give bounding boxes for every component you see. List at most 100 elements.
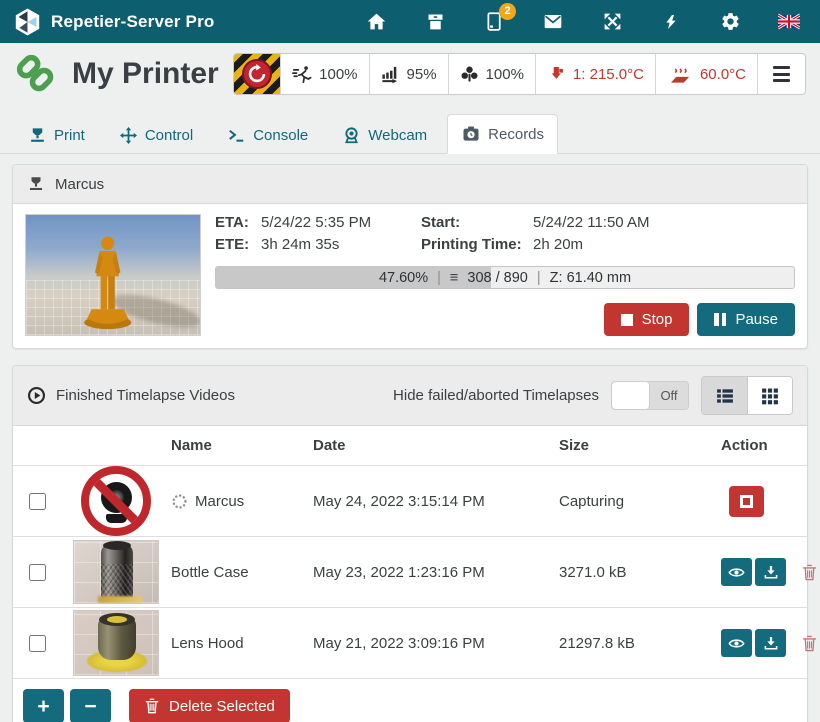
- table-row: Bottle Case May 23, 2022 1:23:16 PM 3271…: [13, 536, 807, 607]
- view-mode-group: [701, 376, 793, 415]
- video-name: Marcus: [195, 493, 244, 510]
- video-size: Capturing: [559, 493, 711, 510]
- download-icon: [763, 635, 779, 651]
- ete-label: ETE:: [215, 236, 261, 253]
- hazard-stripes: [234, 53, 280, 95]
- brand[interactable]: Repetier-Server Pro: [14, 7, 214, 37]
- hide-failed-toggle[interactable]: Off: [611, 381, 689, 410]
- row-checkbox[interactable]: [29, 493, 46, 510]
- flow-value: 95%: [407, 66, 437, 83]
- video-date: May 21, 2022 3:09:16 PM: [313, 635, 559, 652]
- layers-icon: ≡: [450, 270, 458, 286]
- download-video-button[interactable]: [755, 558, 786, 586]
- printer-name: My Printer: [72, 57, 219, 91]
- pause-icon: [714, 313, 726, 326]
- fan-value: 100%: [486, 66, 524, 83]
- select-all-button[interactable]: +: [23, 689, 64, 722]
- pause-button[interactable]: Pause: [697, 303, 795, 336]
- fan-icon: [460, 65, 479, 84]
- video-date: May 23, 2022 1:23:16 PM: [313, 564, 559, 581]
- row-checkbox[interactable]: [29, 564, 46, 581]
- timelapse-header: Finished Timelapse Videos Hide failed/ab…: [13, 366, 807, 426]
- col-size: Size: [559, 437, 711, 454]
- view-video-button[interactable]: [721, 558, 752, 586]
- emergency-stop-button[interactable]: [234, 54, 280, 94]
- table-header: Name Date Size Action: [13, 426, 807, 465]
- job-stats: ETA: 5/24/22 5:35 PM Start: 5/24/22 11:5…: [215, 214, 795, 253]
- stop-button[interactable]: Stop: [604, 303, 690, 336]
- video-name: Lens Hood: [171, 635, 313, 652]
- print-progress-bar: 47.60% | ≡ 308 / 890 | Z: 61.40 mm: [215, 266, 795, 289]
- tab-webcam[interactable]: Webcam: [328, 116, 441, 154]
- table-row: Marcus May 24, 2022 3:15:14 PM Capturing: [13, 465, 807, 536]
- repetier-logo-icon: [14, 7, 41, 37]
- messages-badge: 2: [499, 3, 516, 20]
- nozzle-icon: [27, 175, 45, 193]
- stop-icon: [740, 495, 753, 508]
- grid-view-button[interactable]: [747, 377, 792, 414]
- timelapse-footer: + − Delete Selected: [13, 678, 807, 722]
- no-webcam-icon: [81, 466, 151, 536]
- fan-status[interactable]: 100%: [448, 54, 535, 94]
- trash-icon: [801, 634, 818, 653]
- tab-records[interactable]: Records: [447, 114, 558, 154]
- printing-time-value: 2h 20m: [533, 236, 795, 253]
- speed-status[interactable]: 100%: [280, 54, 368, 94]
- deselect-all-button[interactable]: −: [70, 689, 111, 722]
- download-icon: [763, 564, 779, 580]
- flow-icon: [381, 64, 400, 84]
- printer-box-icon[interactable]: [424, 11, 446, 33]
- start-value: 5/24/22 11:50 AM: [533, 214, 795, 231]
- tab-console[interactable]: Console: [213, 116, 322, 154]
- trash-icon: [801, 563, 818, 582]
- printer-menu-button[interactable]: [757, 54, 805, 94]
- spinner-icon: [171, 493, 188, 510]
- extruder-icon: [547, 65, 566, 84]
- extruder-temp-status[interactable]: 1: 215.0°C: [535, 54, 655, 94]
- col-action: Action: [711, 437, 807, 454]
- tab-control[interactable]: Control: [105, 116, 207, 154]
- speed-value: 100%: [319, 66, 357, 83]
- home-icon[interactable]: [365, 11, 387, 33]
- trash-icon: [144, 697, 160, 715]
- delete-selected-button[interactable]: Delete Selected: [129, 689, 290, 722]
- tab-print[interactable]: Print: [14, 116, 99, 154]
- devices-icon[interactable]: 2: [483, 11, 505, 33]
- play-circle-icon: [27, 386, 46, 405]
- job-panel-header: Marcus: [13, 165, 807, 204]
- top-navbar: Repetier-Server Pro 2: [0, 0, 820, 43]
- progress-z: Z: 61.40 mm: [550, 270, 631, 286]
- delete-video-button[interactable]: [801, 563, 818, 582]
- video-size: 3271.0 kB: [559, 564, 711, 581]
- view-video-button[interactable]: [721, 629, 752, 657]
- extruder-temp-value: 1: 215.0°C: [573, 66, 644, 83]
- printing-time-label: Printing Time:: [421, 236, 533, 253]
- delete-video-button[interactable]: [801, 634, 818, 653]
- link-icon: [14, 52, 58, 96]
- settings-icon[interactable]: [719, 11, 741, 33]
- download-video-button[interactable]: [755, 629, 786, 657]
- toggle-knob: [612, 382, 650, 409]
- language-flag-uk-icon[interactable]: [778, 11, 800, 33]
- ete-value: 3h 24m 35s: [261, 236, 421, 253]
- video-date: May 24, 2022 3:15:14 PM: [313, 493, 559, 510]
- progress-percent: 47.60%: [379, 270, 428, 286]
- printer-tabs: Print Control Console Webcam Records: [0, 106, 820, 154]
- flow-status[interactable]: 95%: [369, 54, 448, 94]
- power-icon[interactable]: [660, 11, 682, 33]
- toggle-state: Off: [650, 382, 688, 409]
- printer-status-toolbar: 100% 95% 100%: [233, 53, 806, 95]
- fullscreen-icon[interactable]: [601, 11, 623, 33]
- video-thumbnail[interactable]: [73, 540, 159, 604]
- app-title: Repetier-Server Pro: [51, 12, 214, 32]
- stop-capture-button[interactable]: [729, 486, 764, 517]
- eta-value: 5/24/22 5:35 PM: [261, 214, 421, 231]
- timelapse-panel: Finished Timelapse Videos Hide failed/ab…: [12, 365, 808, 722]
- video-thumbnail[interactable]: [73, 610, 159, 676]
- bed-temp-status[interactable]: 60.0°C: [655, 54, 757, 94]
- eye-icon: [728, 566, 745, 579]
- mail-icon[interactable]: [542, 11, 564, 33]
- row-checkbox[interactable]: [29, 635, 46, 652]
- job-preview-image: [25, 214, 201, 336]
- list-view-button[interactable]: [702, 377, 747, 414]
